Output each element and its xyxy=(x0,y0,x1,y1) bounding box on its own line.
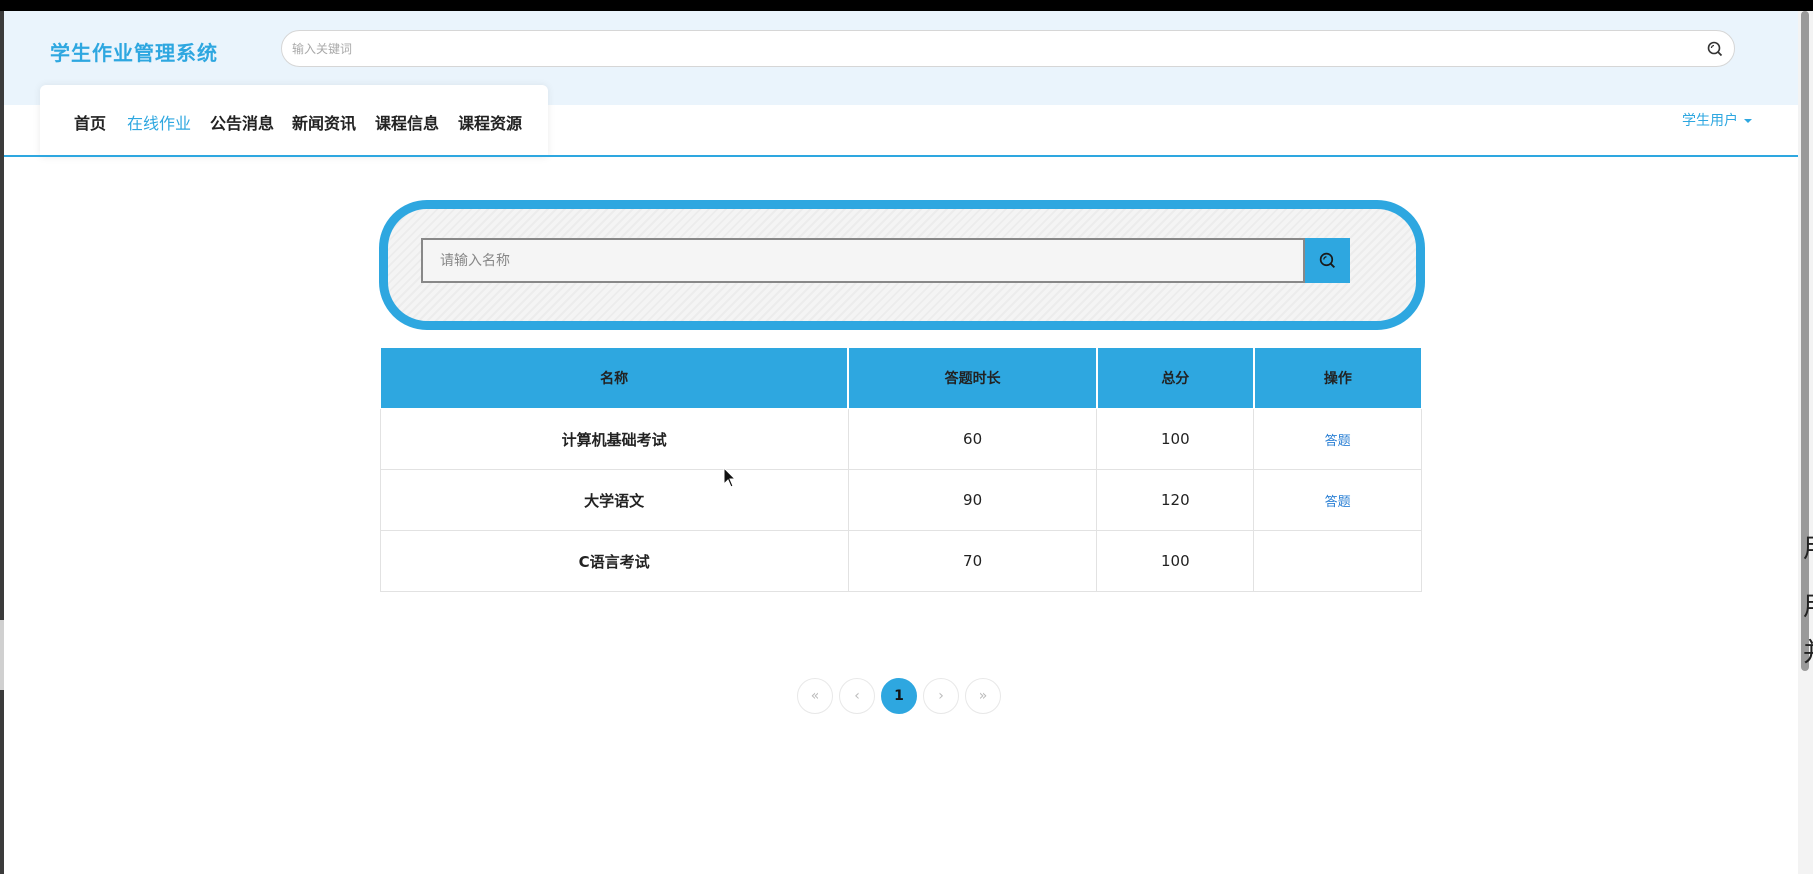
cell-name: C语言考试 xyxy=(379,530,849,592)
background-window-text: 并 xyxy=(1803,632,1813,669)
cell-score: 100 xyxy=(1096,530,1255,592)
background-window-text: 用 xyxy=(1803,528,1813,565)
answer-link[interactable]: 答题 xyxy=(1325,434,1351,449)
table-row: C语言考试 70 100 xyxy=(379,530,1422,592)
column-header-action: 操作 xyxy=(1252,347,1422,409)
cell-action xyxy=(1253,530,1422,592)
user-menu-label: 学生用户 xyxy=(1682,113,1738,129)
mouse-pointer-icon xyxy=(723,467,737,488)
search-icon xyxy=(1319,252,1336,269)
nav-item-news[interactable]: 新闻资讯 xyxy=(292,110,356,134)
nav-item-course-info[interactable]: 课程信息 xyxy=(375,110,439,134)
cell-name: 计算机基础考试 xyxy=(379,408,849,470)
scrollbar-thumb[interactable] xyxy=(1801,11,1809,671)
browser-page: 学生作业管理系统 首页 在线作业 公告消息 新闻资讯 课程信息 课程资源 学生用… xyxy=(4,11,1798,874)
background-window-text: 用 xyxy=(1803,586,1813,623)
prev-page-button[interactable]: ‹ xyxy=(839,678,875,714)
cell-action: 答题 xyxy=(1253,408,1422,470)
top-search-bar xyxy=(281,30,1735,67)
nav-item-course-resources[interactable]: 课程资源 xyxy=(458,110,522,134)
search-panel xyxy=(379,200,1425,330)
column-header-duration: 答题时长 xyxy=(847,347,1098,409)
cell-duration: 90 xyxy=(847,469,1098,531)
last-page-button[interactable]: » xyxy=(965,678,1001,714)
site-title: 学生作业管理系统 xyxy=(50,41,218,65)
current-page-button[interactable]: 1 xyxy=(881,678,917,714)
nav-divider xyxy=(4,155,1798,157)
user-menu[interactable]: 学生用户 xyxy=(1682,110,1752,130)
cell-name: 大学语文 xyxy=(379,469,849,531)
answer-link[interactable]: 答题 xyxy=(1325,495,1351,510)
next-page-button[interactable]: › xyxy=(923,678,959,714)
main-nav: 首页 在线作业 公告消息 新闻资讯 课程信息 课程资源 xyxy=(40,85,548,157)
left-edge-strip xyxy=(0,620,4,690)
first-page-button[interactable]: « xyxy=(797,678,833,714)
cell-score: 100 xyxy=(1096,408,1255,470)
screen-top-bar xyxy=(0,0,1813,11)
table-row: 计算机基础考试 60 100 答题 xyxy=(379,408,1422,470)
nav-item-home[interactable]: 首页 xyxy=(74,110,106,134)
search-icon[interactable] xyxy=(1706,40,1724,58)
nav-item-announcements[interactable]: 公告消息 xyxy=(210,110,274,134)
caret-down-icon xyxy=(1744,119,1752,123)
top-search-input[interactable] xyxy=(292,31,1672,66)
homework-table: 名称 答题时长 总分 操作 计算机基础考试 60 100 答题 大学语文 90 … xyxy=(378,347,1422,592)
table-row: 大学语文 90 120 答题 xyxy=(379,469,1422,531)
cell-duration: 70 xyxy=(847,530,1098,592)
nav-item-online-homework[interactable]: 在线作业 xyxy=(127,110,191,134)
vertical-scrollbar[interactable] xyxy=(1798,11,1813,874)
cell-action: 答题 xyxy=(1253,469,1422,531)
column-header-score: 总分 xyxy=(1095,347,1255,409)
table-header-row: 名称 答题时长 总分 操作 xyxy=(378,347,1422,409)
column-header-name: 名称 xyxy=(378,347,849,409)
search-button[interactable] xyxy=(1305,238,1350,283)
cell-duration: 60 xyxy=(847,408,1098,470)
cell-score: 120 xyxy=(1096,469,1255,531)
name-search-input[interactable] xyxy=(421,238,1305,283)
